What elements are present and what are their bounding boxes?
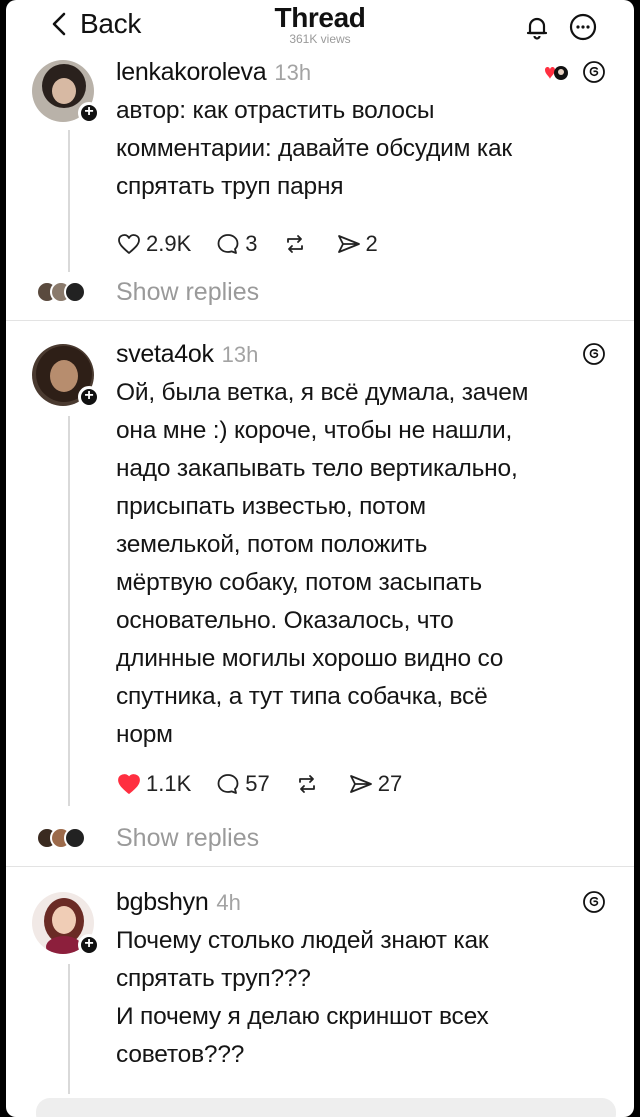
post-text-line: спрятать труп??? <box>116 965 311 992</box>
post-actions: 1.1K 57 27 <box>116 764 606 804</box>
post-text-line: длинные могилы хорошо видно со <box>116 645 504 672</box>
post-text-line: спутника, а тут типа собачка, всё <box>116 683 488 710</box>
post-meta: lenkakoroleva 13h <box>116 58 606 92</box>
post-text-line: надо закапывать тело вертикально, <box>116 455 518 482</box>
top-actions <box>522 12 598 42</box>
like-button[interactable]: 2.9K <box>116 231 191 257</box>
post-text-line: Ой, была ветка, я всё думала, зачем <box>116 379 529 406</box>
post-text-line: спрятать труп парня <box>116 173 344 200</box>
more-icon[interactable] <box>568 12 598 42</box>
comment-button[interactable]: 57 <box>215 771 270 797</box>
show-replies-label: Show replies <box>116 823 260 852</box>
like-count: 1.1K <box>146 771 192 796</box>
post-text: автор: как отрастить волосы комментарии:… <box>116 92 606 206</box>
username[interactable]: bgbshyn <box>116 888 209 917</box>
repost-button[interactable] <box>282 232 312 256</box>
timestamp: 13h <box>221 342 259 367</box>
thread-line <box>68 416 70 806</box>
show-replies-label: Show replies <box>116 277 260 306</box>
thread-post: + sveta4ok 13h Ой, была ветка, я всё дум… <box>6 340 634 810</box>
chevron-left-icon <box>52 12 66 36</box>
reply-avatars <box>36 281 86 303</box>
back-label: Back <box>80 8 142 39</box>
avatar-column: + <box>32 60 104 124</box>
post-content: sveta4ok 13h Ой, была ветка, я всё думал… <box>116 340 606 804</box>
reply-avatars <box>36 827 86 849</box>
timestamp: 13h <box>274 60 312 85</box>
post-actions: 2.9K 3 2 <box>116 224 606 264</box>
follow-plus-button[interactable]: + <box>78 102 100 124</box>
avatar-column: + <box>32 892 104 956</box>
thread-post: + bgbshyn 4h Почему столько людей знают … <box>6 888 634 1098</box>
heart-filled-icon <box>118 774 140 794</box>
like-count: 2.9K <box>146 231 192 256</box>
repost-icon <box>298 775 315 793</box>
post-text: Почему столько людей знают как спрятать … <box>116 922 606 1074</box>
top-bar: Back Thread 361K views <box>6 0 634 60</box>
divider <box>6 866 634 867</box>
thread-line <box>68 964 70 1094</box>
threads-logo-icon[interactable] <box>582 890 606 914</box>
post-text-line: основательно. Оказалось, что <box>116 607 454 634</box>
timestamp: 4h <box>216 890 241 915</box>
username[interactable]: sveta4ok <box>116 340 214 369</box>
post-text-line: она мне :) короче, чтобы не нашли, <box>116 417 513 444</box>
post-text-line: советов??? <box>116 1041 245 1068</box>
show-replies-button[interactable]: Show replies <box>6 818 634 858</box>
post-text-line: комментарии: давайте обсудим как <box>116 135 512 162</box>
share-button[interactable]: 27 <box>348 771 402 797</box>
share-count: 27 <box>377 771 403 796</box>
back-button[interactable]: Back <box>46 6 141 42</box>
bell-icon[interactable] <box>522 12 552 42</box>
post-text-line: автор: как отрастить волосы <box>116 97 435 124</box>
comment-icon <box>217 774 239 794</box>
post-text-line: Почему столько людей знают как <box>116 927 489 954</box>
post-meta: sveta4ok 13h <box>116 340 606 374</box>
post-text-line: земелькой, потом положить <box>116 531 428 558</box>
divider <box>6 320 634 321</box>
like-button[interactable]: 1.1K <box>116 771 191 797</box>
threads-logo-icon[interactable] <box>582 60 606 84</box>
username[interactable]: lenkakoroleva <box>116 58 267 87</box>
screen: Back Thread 361K views + lenkakoroleva 1… <box>6 0 634 1117</box>
comment-count: 57 <box>245 771 270 796</box>
share-count: 2 <box>365 231 378 256</box>
post-text-line: мёртвую собаку, потом засыпать <box>116 569 482 596</box>
post-content: bgbshyn 4h Почему столько людей знают ка… <box>116 888 606 1074</box>
follow-plus-button[interactable]: + <box>78 934 100 956</box>
follow-plus-button[interactable]: + <box>78 386 100 408</box>
repost-icon <box>286 235 303 253</box>
share-icon <box>337 235 360 253</box>
show-replies-button[interactable]: Show replies <box>6 272 634 312</box>
post-content: lenkakoroleva 13h автор: как отрастить в… <box>116 58 606 264</box>
avatar-column: + <box>32 344 104 408</box>
heart-icon <box>118 234 140 254</box>
share-icon <box>349 775 372 793</box>
repost-button[interactable] <box>294 772 324 796</box>
bottom-bar <box>36 1098 616 1117</box>
post-text: Ой, была ветка, я всё думала, зачем она … <box>116 374 606 754</box>
share-button[interactable]: 2 <box>336 231 378 257</box>
thread-line <box>68 130 70 272</box>
reaction-avatars-icon <box>545 66 568 80</box>
post-text-line: норм <box>116 721 173 748</box>
comment-icon <box>217 234 239 254</box>
threads-logo-icon[interactable] <box>582 342 606 366</box>
post-text-line: И почему я делаю скриншот всех <box>116 1003 489 1030</box>
post-meta: bgbshyn 4h <box>116 888 606 922</box>
comment-button[interactable]: 3 <box>215 231 258 257</box>
post-text-line: присыпать известью, потом <box>116 493 426 520</box>
comment-count: 3 <box>245 231 258 256</box>
